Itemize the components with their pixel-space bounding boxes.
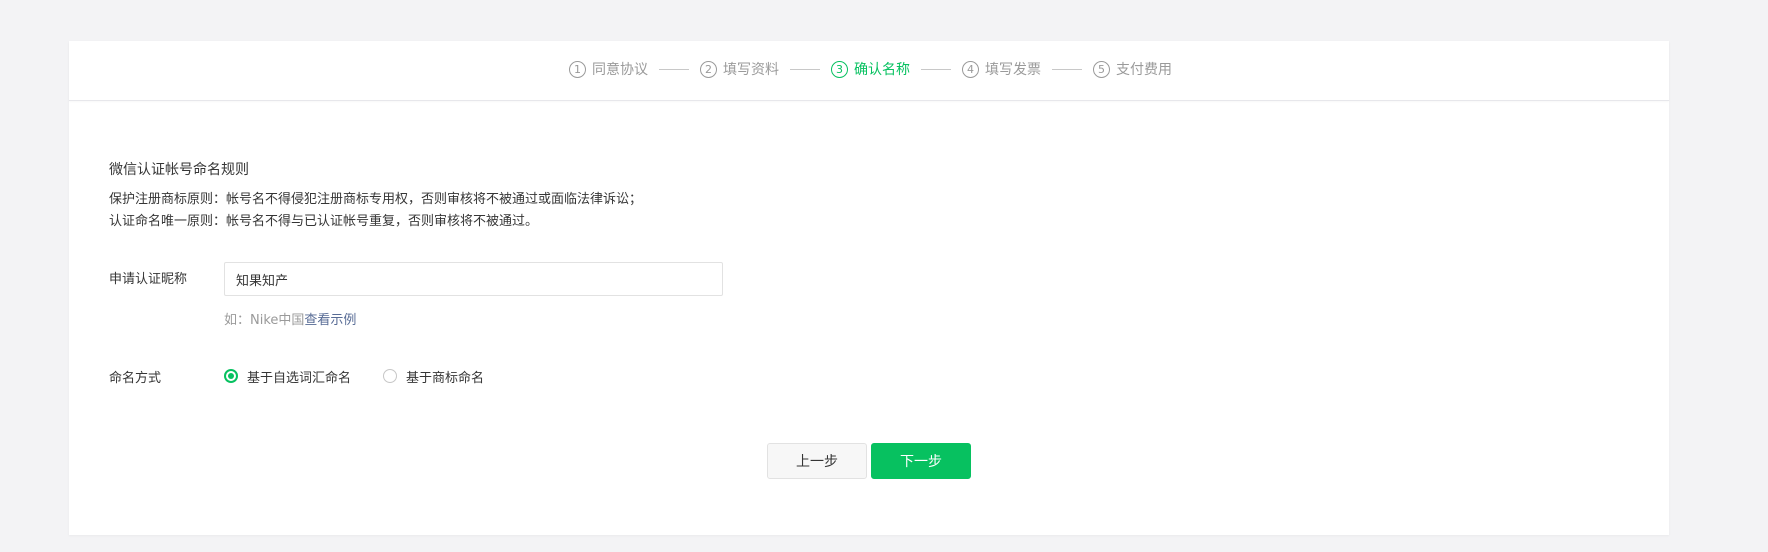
rules-title: 微信认证帐号命名规则 [109,162,249,178]
step-label: 填写发票 [985,62,1041,78]
next-step-button[interactable]: 下一步 [871,443,971,479]
step-label: 同意协议 [592,62,648,78]
step-number-icon: 3 [831,60,848,78]
step-1: 1 同意协议 [569,59,648,79]
naming-method-label: 命名方式 [109,371,162,386]
nickname-input[interactable] [224,262,723,296]
nickname-hint: 如：Nike中国查看示例 [224,309,356,328]
step-connector [921,68,951,70]
step-number-icon: 2 [700,60,717,78]
step-number-icon: 5 [1093,60,1110,78]
step-4: 4 填写发票 [962,59,1041,79]
rule-trademark: 保护注册商标原则：帐号名不得侵犯注册商标专用权，否则审核将不被通过或面临法律诉讼… [109,192,643,207]
steps: 1 同意协议 2 填写资料 3 确认名称 4 填写发票 5 支付费用 [569,59,1172,79]
step-connector [659,68,689,70]
nickname-row: 申请认证昵称 [109,262,723,298]
step-buttons: 上一步 下一步 [767,443,971,479]
previous-step-button[interactable]: 上一步 [767,443,867,479]
step-number-icon: 1 [569,60,586,78]
naming-rules: 微信认证帐号命名规则 保护注册商标原则：帐号名不得侵犯注册商标专用权，否则审核将… [109,159,1629,233]
view-example-link[interactable]: 查看示例 [304,313,356,328]
step-label: 填写资料 [723,62,779,78]
radio-custom-words[interactable]: 基于自选词汇命名 [224,367,351,386]
step-3-current: 3 确认名称 [831,59,910,79]
radio-label: 基于自选词汇命名 [247,370,352,386]
step-connector [790,68,820,70]
rule-unique: 认证命名唯一原则：帐号名不得与已认证帐号重复，否则审核将不被通过。 [109,214,539,229]
radio-unchecked-icon[interactable] [383,369,398,383]
step-connector [1052,68,1082,70]
nickname-label: 申请认证昵称 [109,272,188,287]
naming-method-row: 命名方式 基于自选词汇命名 基于商标命名 [109,364,516,394]
naming-method-options: 基于自选词汇命名 基于商标命名 [224,364,516,388]
hint-text: 如：Nike中国 [224,313,305,328]
step-5: 5 支付费用 [1093,59,1172,79]
step-2: 2 填写资料 [700,59,779,79]
radio-label: 基于商标命名 [406,370,485,386]
step-number-icon: 4 [962,60,979,78]
step-label: 确认名称 [854,62,910,78]
step-label: 支付费用 [1116,62,1172,78]
radio-checked-icon[interactable] [224,369,238,383]
main-card: 1 同意协议 2 填写资料 3 确认名称 4 填写发票 5 支付费用 微信认证帐… [69,41,1669,535]
step-progress-bar: 1 同意协议 2 填写资料 3 确认名称 4 填写发票 5 支付费用 [69,41,1669,101]
radio-trademark[interactable]: 基于商标命名 [383,367,484,386]
